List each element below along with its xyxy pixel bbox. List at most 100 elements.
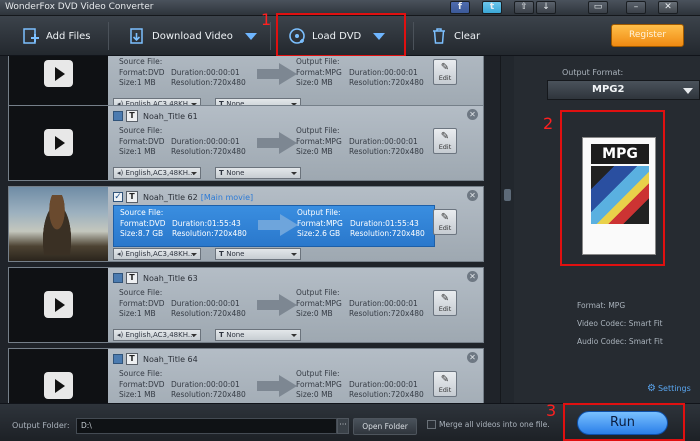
list-item[interactable]: ✓ T Noah_Title 62 [Main movie] Source File: F… [8, 186, 484, 262]
edit-button[interactable]: ✎ Edit [433, 59, 457, 85]
video-thumbnail[interactable] [9, 106, 108, 180]
edit-button[interactable]: ✎ Edit [433, 209, 457, 235]
remove-item-icon[interactable]: ✕ [467, 109, 478, 120]
window-title: WonderFox DVD Video Converter [5, 2, 154, 12]
output-details: Duration:00:00:01 Resolution:720x480 [349, 68, 424, 89]
edit-label: Edit [438, 224, 452, 232]
list-item[interactable]: T Noah_Title 64 Source File: Format:DVD Size… [8, 348, 484, 403]
source-file-label: Source File: [120, 208, 164, 217]
video-thumbnail[interactable] [9, 187, 108, 261]
play-icon[interactable] [44, 60, 73, 87]
minimize-button[interactable]: – [626, 1, 646, 14]
audio-track-value: English,AC3,48KH... [125, 169, 195, 177]
download-video-dropdown-icon[interactable] [244, 32, 257, 40]
output-resolution: Resolution:720x480 [350, 229, 425, 238]
chevron-down-icon [291, 253, 297, 256]
output-duration: Duration:00:00:01 [349, 136, 418, 146]
toolbar-separator [413, 22, 414, 50]
video-thumbnail[interactable] [9, 268, 108, 342]
remove-item-icon[interactable]: ✕ [467, 271, 478, 282]
scrollbar-thumb[interactable] [504, 189, 511, 201]
play-icon[interactable] [44, 291, 73, 318]
source-info: Source File: Format:DVD Size:8.7 GB [120, 208, 166, 240]
remove-item-icon[interactable]: ✕ [467, 352, 478, 363]
output-details: Duration:01:55:43 Resolution:720x480 [350, 219, 425, 240]
download-video-button[interactable]: Download Video [128, 16, 257, 56]
settings-label: Settings [657, 384, 691, 393]
audio-track-select[interactable]: ◂) English,AC3,48KH... [113, 248, 201, 260]
output-duration: Duration:01:55:43 [350, 218, 419, 228]
merge-label: Merge all videos into one file. [439, 420, 550, 429]
output-folder-input[interactable]: D:\ [76, 418, 337, 434]
download-icon[interactable]: ↓ [536, 1, 556, 14]
subtitle-select[interactable]: T None [215, 167, 301, 179]
source-file-label: Source File: [119, 288, 163, 297]
item-info[interactable]: Source File: Format:DVD Size:1 MB Duration:… [113, 124, 435, 166]
item-info[interactable]: Source File: Format:DVD Size:1 MB Duration:… [113, 286, 435, 328]
browse-button[interactable]: ··· [337, 418, 349, 434]
item-info[interactable]: Source File: Format:DVD Size:1 MB Duration:… [113, 367, 435, 403]
edit-button[interactable]: ✎ Edit [433, 371, 457, 397]
play-icon[interactable] [44, 129, 73, 156]
title-list: T Source File:Format:DVDSize:1 MB Duration… [0, 56, 500, 403]
item-checkbox[interactable] [113, 354, 123, 364]
upload-icon[interactable]: ⇧ [514, 1, 534, 14]
subtitle-value: None [226, 331, 245, 339]
convert-arrow-icon [257, 132, 297, 154]
convert-arrow-icon [257, 294, 297, 316]
open-folder-button[interactable]: Open Folder [353, 418, 417, 435]
item-checkbox[interactable]: ✓ [113, 192, 123, 202]
list-item[interactable]: T Noah_Title 61 Source File: Format:DVD Size… [8, 105, 484, 181]
pencil-icon: ✎ [440, 62, 450, 73]
title-icon: T [126, 110, 138, 122]
video-thumbnail[interactable] [9, 349, 108, 403]
settings-link[interactable]: ⚙ Settings [647, 383, 691, 394]
facebook-icon[interactable]: f [450, 1, 470, 14]
output-file-label: Output File: [296, 369, 340, 378]
subtitle-select[interactable]: T None [215, 329, 301, 341]
list-item[interactable]: TSource File:Format:DVDSize:1 MBDuration… [8, 56, 484, 112]
chat-icon[interactable]: ▭ [588, 1, 608, 14]
list-item[interactable]: T Noah_Title 63 Source File: Format:DVD Size… [8, 267, 484, 343]
pencil-icon: ✎ [440, 293, 450, 304]
close-button[interactable]: ✕ [658, 1, 678, 14]
clear-button[interactable]: Clear [430, 16, 480, 56]
convert-arrow-icon [258, 214, 298, 236]
annotation-number-2: 2 [543, 114, 554, 133]
subtitle-value: None [226, 250, 245, 258]
output-info: Output File: Format:MPG Size:0 MB [296, 57, 342, 89]
source-info: Source File: Format:DVD Size:1 MB [119, 57, 165, 89]
add-files-button[interactable]: Add Files [22, 16, 90, 56]
item-info[interactable]: Source File: Format:DVD Size:1 MB Duration:… [113, 56, 435, 97]
output-size: Size:2.6 GB [297, 229, 341, 238]
edit-button[interactable]: ✎ Edit [433, 128, 457, 154]
chevron-down-icon [291, 334, 297, 337]
source-size: Size:1 MB [119, 309, 156, 318]
item-info[interactable]: Source File: Format:DVD Size:8.7 GB Duratio… [113, 205, 435, 247]
pencil-icon: ✎ [440, 131, 450, 142]
source-resolution: Resolution:720x480 [172, 229, 247, 238]
video-thumbnail[interactable] [9, 56, 108, 111]
audio-track-value: English,AC3,48KH... [125, 250, 195, 258]
play-icon[interactable] [44, 372, 73, 399]
register-button[interactable]: Register [611, 24, 684, 47]
source-resolution: Resolution:720x480 [171, 390, 246, 399]
audio-track-select[interactable]: ◂) English,AC3,48KH... [113, 329, 201, 341]
edit-button[interactable]: ✎ Edit [433, 290, 457, 316]
download-video-icon [130, 28, 143, 44]
annotation-box-format [560, 110, 665, 266]
output-format: Format:MPG [296, 136, 342, 146]
list-scrollbar[interactable] [500, 56, 514, 403]
edit-label: Edit [438, 143, 452, 151]
audio-track-select[interactable]: ◂) English,AC3,48KH... [113, 167, 201, 179]
remove-item-icon[interactable]: ✕ [467, 190, 478, 201]
item-checkbox[interactable] [113, 111, 123, 121]
item-checkbox[interactable] [113, 273, 123, 283]
trash-icon [433, 28, 445, 44]
output-format-select[interactable]: MPG2 [547, 80, 700, 100]
twitter-icon[interactable]: t [482, 1, 502, 14]
subtitle-select[interactable]: T None [215, 248, 301, 260]
output-folder-label: Output Folder: [12, 421, 70, 430]
merge-checkbox[interactable] [427, 420, 436, 429]
output-duration: Duration:00:00:01 [349, 379, 418, 389]
